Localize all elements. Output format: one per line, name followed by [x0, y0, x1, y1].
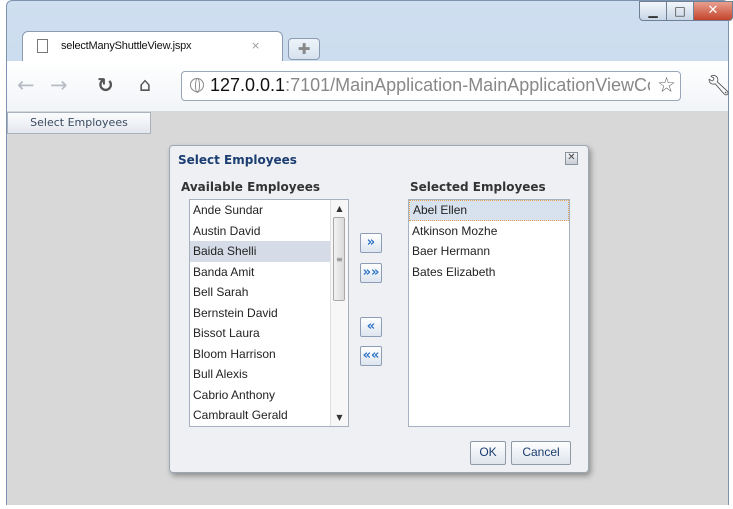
- selected-heading: Selected Employees: [410, 180, 546, 194]
- move-all-right-button[interactable]: »»: [360, 263, 382, 283]
- address-bar[interactable]: 127.0.0.1:7101/MainApplication-MainAppli…: [181, 71, 681, 101]
- reload-icon[interactable]: ↻: [97, 75, 114, 95]
- forward-arrow-icon[interactable]: →: [50, 75, 68, 96]
- close-window-button[interactable]: ✕: [693, 1, 733, 21]
- available-heading: Available Employees: [181, 180, 321, 194]
- scroll-up-icon[interactable]: ▲: [331, 201, 348, 216]
- available-scrollbar[interactable]: ▲ ≡ ▼: [330, 200, 348, 426]
- available-list-item[interactable]: Bloom Harrison: [190, 344, 332, 365]
- bookmark-star-icon[interactable]: ☆: [657, 74, 676, 96]
- selected-list-item[interactable]: Atkinson Mozhe: [409, 221, 569, 242]
- dialog-title: Select Employees: [178, 153, 297, 167]
- maximize-icon: □: [674, 4, 686, 18]
- selected-list-item[interactable]: Abel Ellen: [409, 200, 569, 221]
- dialog-close-icon[interactable]: ✕: [565, 152, 578, 165]
- wrench-icon[interactable]: 🔧︎: [706, 73, 731, 97]
- available-list-item[interactable]: Bull Alexis: [190, 364, 332, 385]
- plus-icon: ✚: [297, 40, 311, 58]
- available-list-item[interactable]: Bissot Laura: [190, 323, 332, 344]
- ok-button[interactable]: OK: [470, 441, 506, 465]
- browser-tab[interactable]: selectManyShuttleView.jspx ×: [22, 31, 283, 61]
- available-list-item[interactable]: Banda Amit: [190, 262, 332, 283]
- close-icon: ✕: [707, 3, 719, 18]
- available-list-item[interactable]: Bernstein David: [190, 303, 332, 324]
- available-list[interactable]: Ande Sundar Austin David Baida Shelli Banda…: [189, 199, 349, 427]
- tab-close-icon[interactable]: ×: [251, 39, 260, 52]
- browser-toolbar: ← → ↻ ⌂ 127.0.0.1:7101/MainApplication-M…: [7, 61, 731, 112]
- available-list-item[interactable]: Cabrio Anthony: [190, 385, 332, 406]
- minimize-button[interactable]: ▁: [639, 1, 667, 21]
- available-list-item[interactable]: Baida Shelli: [190, 241, 332, 262]
- selected-list[interactable]: Abel Ellen Atkinson Mozhe Baer Hermann Bate…: [408, 199, 570, 427]
- scroll-down-icon[interactable]: ▼: [331, 410, 348, 425]
- move-right-button[interactable]: »: [360, 233, 382, 253]
- available-list-item[interactable]: Cambrault Gerald: [190, 405, 332, 426]
- move-left-button[interactable]: «: [360, 317, 382, 337]
- available-list-item[interactable]: Austin David: [190, 221, 332, 242]
- selected-list-item[interactable]: Baer Hermann: [409, 241, 569, 262]
- move-all-left-button[interactable]: ««: [360, 346, 382, 366]
- page-icon: [37, 39, 48, 53]
- cancel-button[interactable]: Cancel: [511, 441, 571, 465]
- globe-icon: [190, 78, 204, 93]
- tab-title: selectManyShuttleView.jspx: [61, 40, 192, 52]
- scroll-thumb[interactable]: ≡: [333, 217, 345, 301]
- minimize-icon: ▁: [648, 4, 658, 18]
- available-list-item[interactable]: Bell Sarah: [190, 282, 332, 303]
- url-text: 127.0.0.1:7101/MainApplication-MainAppli…: [210, 75, 650, 95]
- available-list-item[interactable]: Ande Sundar: [190, 200, 332, 221]
- select-employees-dialog: Select Employees ✕ Available Employees S…: [169, 145, 589, 473]
- maximize-button[interactable]: □: [666, 1, 694, 21]
- back-arrow-icon[interactable]: ←: [17, 75, 35, 96]
- selected-list-item[interactable]: Bates Elizabeth: [409, 262, 569, 283]
- select-employees-button[interactable]: Select Employees: [7, 112, 151, 134]
- new-tab-button[interactable]: ✚: [288, 38, 320, 60]
- home-icon[interactable]: ⌂: [139, 75, 151, 95]
- page-content: Select Employees Select Employees ✕ Avai…: [7, 111, 728, 505]
